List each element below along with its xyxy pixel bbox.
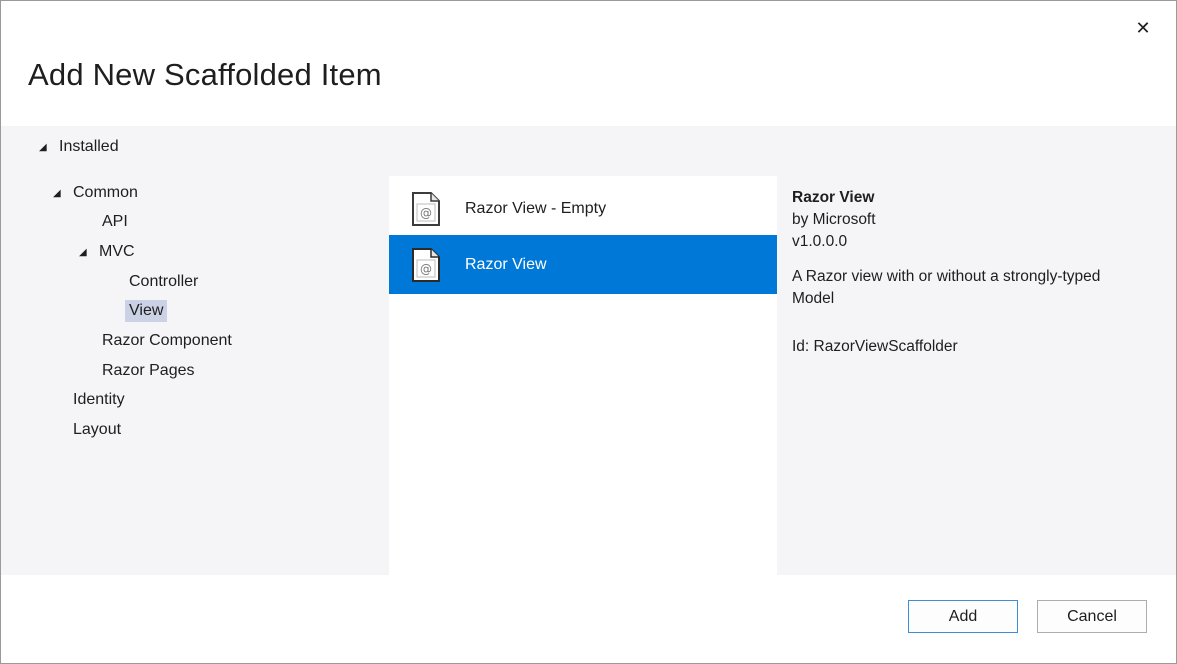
close-icon: ✕ — [1135, 17, 1151, 38]
dialog-footer: Add Cancel — [1, 575, 1176, 663]
tree-node-label: Razor Component — [102, 332, 232, 349]
details-author: by Microsoft — [792, 211, 876, 228]
details-description: A Razor view with or without a strongly-… — [792, 268, 1101, 307]
dialog-body: ◢ Installed ◢ Common API ◢ MVC Controller V… — [1, 126, 1176, 575]
tree-node-label: View — [129, 302, 164, 319]
details-id: Id: RazorViewScaffolder — [792, 338, 958, 355]
expanded-arrow-icon: ◢ — [39, 142, 47, 153]
razor-file-icon: @ — [412, 191, 440, 226]
svg-text:@: @ — [420, 262, 432, 276]
close-button[interactable]: ✕ — [1130, 15, 1156, 41]
tree-node-label: Identity — [73, 391, 125, 408]
tree-node-view[interactable]: View — [125, 300, 168, 322]
razor-file-icon: @ — [412, 247, 440, 282]
template-list: @ Razor View - Empty @ Razor View — [389, 176, 777, 575]
tree-node-mvc[interactable]: ◢ MVC — [75, 241, 139, 264]
tree-node-controller[interactable]: Controller — [125, 271, 202, 293]
dialog-title: Add New Scaffolded Item — [28, 57, 382, 92]
tree-node-label: Common — [73, 184, 138, 201]
tree-node-label: MVC — [99, 243, 135, 260]
category-tree: ◢ Installed ◢ Common API ◢ MVC Controller V… — [1, 126, 389, 575]
tree-node-label: Installed — [59, 138, 119, 155]
template-item-razor-view-empty[interactable]: @ Razor View - Empty — [389, 179, 777, 238]
template-label: Razor View — [465, 255, 547, 273]
tree-node-installed[interactable]: ◢ Installed — [35, 136, 123, 159]
tree-node-razor-pages[interactable]: Razor Pages — [98, 360, 199, 382]
svg-text:@: @ — [420, 206, 432, 220]
expanded-arrow-icon: ◢ — [79, 247, 87, 258]
tree-node-identity[interactable]: Identity — [69, 389, 129, 411]
tree-node-label: Razor Pages — [102, 362, 195, 379]
tree-node-razor-component[interactable]: Razor Component — [98, 330, 236, 352]
tree-node-label: Controller — [129, 273, 199, 290]
expanded-arrow-icon: ◢ — [53, 188, 61, 199]
add-button[interactable]: Add — [908, 600, 1018, 633]
tree-node-common[interactable]: ◢ Common — [49, 182, 142, 205]
tree-node-api[interactable]: API — [98, 211, 132, 233]
cancel-button[interactable]: Cancel — [1037, 600, 1147, 633]
template-details: Razor View by Microsoft v1.0.0.0 A Razor… — [792, 187, 1132, 358]
details-title: Razor View — [792, 189, 875, 206]
tree-node-label: API — [102, 213, 128, 230]
tree-node-label: Layout — [73, 421, 122, 438]
template-label: Razor View - Empty — [465, 199, 607, 217]
template-item-razor-view[interactable]: @ Razor View — [389, 235, 777, 294]
scaffold-dialog: ✕ Add New Scaffolded Item ◢ Installed ◢ Co… — [0, 0, 1177, 664]
details-version: v1.0.0.0 — [792, 233, 848, 250]
tree-node-layout[interactable]: Layout — [69, 419, 125, 441]
